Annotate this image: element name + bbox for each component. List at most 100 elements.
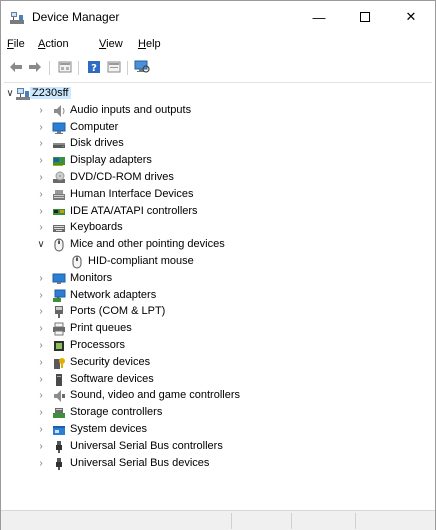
device-manager-app-icon <box>10 12 24 24</box>
mouse-icon <box>72 255 82 269</box>
maximize-icon <box>360 12 370 22</box>
toolbar-separator <box>49 61 50 75</box>
chevron-right-icon[interactable]: › <box>36 135 46 152</box>
close-button[interactable]: ✕ <box>388 1 434 33</box>
tree-node-label: Computer <box>70 120 119 133</box>
software-device-icon <box>56 373 62 386</box>
help-icon: ? <box>88 61 100 74</box>
menu-action[interactable]: Action <box>38 38 69 50</box>
security-device-icon <box>54 357 65 369</box>
menu-view[interactable]: View <box>99 38 123 50</box>
window-title: Device Manager <box>32 10 120 24</box>
tree-node-label: Security devices <box>70 355 151 368</box>
tree-node-label: Universal Serial Bus devices <box>70 456 210 469</box>
processor-icon <box>54 341 64 351</box>
scan-hardware-button[interactable] <box>133 59 151 75</box>
tree-node[interactable]: › Universal Serial Bus devices <box>4 455 424 472</box>
disk-drive-icon <box>53 143 65 149</box>
chevron-right-icon[interactable]: › <box>36 320 46 337</box>
chevron-right-icon[interactable]: › <box>36 203 46 220</box>
update-driver-icon <box>107 61 121 73</box>
chevron-right-icon[interactable]: › <box>36 337 46 354</box>
chevron-right-icon[interactable]: › <box>36 303 46 320</box>
chevron-right-icon[interactable]: › <box>36 438 46 455</box>
dvd-drive-icon <box>53 171 65 183</box>
tree-node[interactable]: › Sound, video and game controllers <box>4 387 424 404</box>
tree-node-label: Ports (COM & LPT) <box>70 305 166 318</box>
help-button[interactable]: ? <box>85 59 103 75</box>
tree-node-label: Keyboards <box>70 221 123 234</box>
tree-node[interactable]: › Audio inputs and outputs <box>4 102 424 119</box>
chevron-right-icon[interactable]: › <box>36 287 46 304</box>
tree-leaf[interactable]: HID-compliant mouse <box>4 253 424 270</box>
tree-node[interactable]: › Display adapters <box>4 152 424 169</box>
chevron-right-icon[interactable]: › <box>36 421 46 438</box>
properties-button[interactable] <box>56 59 74 75</box>
tree-node[interactable]: › Monitors <box>4 270 424 287</box>
tree-node[interactable]: › Universal Serial Bus controllers <box>4 438 424 455</box>
network-adapter-icon <box>53 289 66 302</box>
title-bar[interactable]: Device Manager — ✕ <box>1 1 435 33</box>
status-bar <box>1 510 435 530</box>
menu-file[interactable]: File <box>7 38 25 50</box>
tree-node[interactable]: › Disk drives <box>4 135 424 152</box>
tree-root[interactable]: ∨ Z230sff <box>4 85 424 102</box>
chevron-right-icon[interactable]: › <box>36 219 46 236</box>
forward-button[interactable] <box>26 59 44 75</box>
tree-node[interactable]: › IDE ATA/ATAPI controllers <box>4 203 424 220</box>
computer-icon <box>52 122 66 134</box>
tree-node-label: Network adapters <box>70 288 157 301</box>
tree-node[interactable]: ∨ Mice and other pointing devices <box>4 236 424 253</box>
tree-node[interactable]: › DVD/CD-ROM drives <box>4 169 424 186</box>
tree-node-label: Software devices <box>70 372 154 385</box>
tree-node-label: Print queues <box>70 322 132 335</box>
tree-node-label: Sound, video and game controllers <box>70 389 240 402</box>
tree-node[interactable]: › System devices <box>4 421 424 438</box>
toolbar-separator <box>78 61 79 75</box>
tree-node-label: Human Interface Devices <box>70 187 194 200</box>
tree-node[interactable]: › Security devices <box>4 354 424 371</box>
back-button[interactable] <box>7 59 25 75</box>
menu-help[interactable]: Help <box>138 38 161 50</box>
tree-node-label: Universal Serial Bus controllers <box>70 439 223 452</box>
close-icon: ✕ <box>405 9 417 24</box>
chevron-right-icon[interactable]: › <box>36 387 46 404</box>
speaker-icon <box>54 104 65 117</box>
update-driver-button[interactable] <box>105 59 123 75</box>
chevron-right-icon[interactable]: › <box>36 119 46 136</box>
tree-root-label: Z230sff <box>30 87 71 99</box>
tree-node[interactable]: › Keyboards <box>4 219 424 236</box>
tree-node[interactable]: › Ports (COM & LPT) <box>4 303 424 320</box>
tree-node-label: DVD/CD-ROM drives <box>70 171 174 183</box>
chevron-right-icon[interactable]: › <box>36 354 46 371</box>
tree-node-label: IDE ATA/ATAPI controllers <box>70 204 198 217</box>
tree-node[interactable]: › Human Interface Devices <box>4 186 424 203</box>
tree-node[interactable]: › Print queues <box>4 320 424 337</box>
chevron-right-icon[interactable]: › <box>36 404 46 421</box>
chevron-right-icon[interactable]: › <box>36 169 46 186</box>
chevron-right-icon[interactable]: › <box>36 455 46 472</box>
usb-icon <box>56 440 62 453</box>
chevron-down-icon[interactable]: ∨ <box>5 85 15 102</box>
chevron-right-icon[interactable]: › <box>36 102 46 119</box>
device-tree[interactable]: ∨ Z230sff › Audio inputs and outputs › Comput… <box>4 82 432 507</box>
tree-node[interactable]: › Processors <box>4 337 424 354</box>
keyboard-icon <box>53 225 65 233</box>
tree-node[interactable]: › Software devices <box>4 371 424 388</box>
maximize-button[interactable] <box>342 1 388 33</box>
tree-node-label: Mice and other pointing devices <box>70 238 225 251</box>
tree-node[interactable]: › Storage controllers <box>4 404 424 421</box>
tree-node[interactable]: › Computer <box>4 119 424 136</box>
monitor-icon <box>52 273 66 284</box>
chevron-right-icon[interactable]: › <box>36 186 46 203</box>
status-pane <box>291 513 292 529</box>
minimize-button[interactable]: — <box>296 1 342 33</box>
chevron-right-icon[interactable]: › <box>36 152 46 169</box>
scan-hardware-icon <box>134 60 150 73</box>
tree-node-label: System devices <box>70 423 148 435</box>
tree-node[interactable]: › Network adapters <box>4 287 424 304</box>
chevron-right-icon[interactable]: › <box>36 270 46 287</box>
chevron-down-icon[interactable]: ∨ <box>36 236 46 253</box>
chevron-right-icon[interactable]: › <box>36 371 46 388</box>
toolbar: ? <box>1 56 435 80</box>
